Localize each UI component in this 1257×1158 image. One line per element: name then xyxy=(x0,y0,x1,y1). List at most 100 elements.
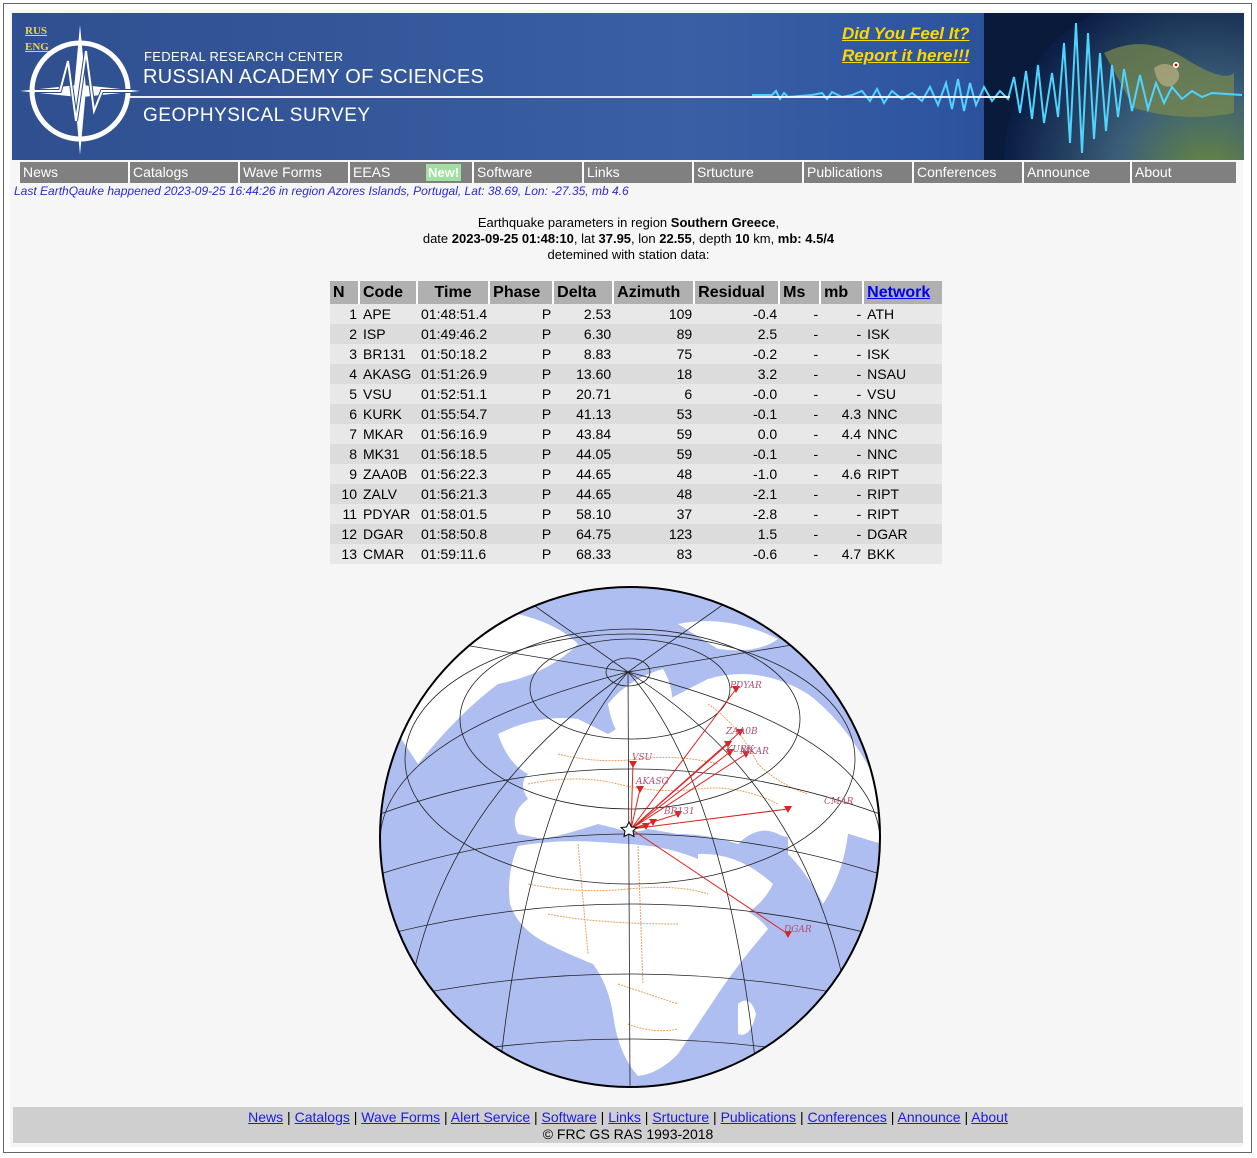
params-lon-label: , lon xyxy=(631,231,660,246)
col-time: Time xyxy=(418,281,491,304)
cell-ms: - xyxy=(780,504,822,524)
last-earthquake-notice[interactable]: Last EarthQauke happened 2023-09-25 16:4… xyxy=(14,184,629,198)
col-mb: mb xyxy=(821,281,865,304)
cell-network: NNC xyxy=(864,424,943,444)
cell-azimuth: 6 xyxy=(614,384,696,404)
did-you-feel-it-link[interactable]: Did You Feel It? Report it here!!! xyxy=(842,23,970,67)
cell-code: ZAA0B xyxy=(360,464,418,484)
cell-phase: P xyxy=(490,344,555,364)
params-depth: 10 xyxy=(735,231,750,246)
cell-residual: -2.1 xyxy=(695,484,781,504)
footer-link-news[interactable]: News xyxy=(248,1109,283,1125)
cell-phase: P xyxy=(490,404,555,424)
station-label: ZAA0B xyxy=(725,727,758,737)
table-header-row: N Code Time Phase Delta Azimuth Residual… xyxy=(330,281,943,304)
cell-code: ISP xyxy=(360,324,418,344)
footer-link-publications[interactable]: Publications xyxy=(721,1109,797,1125)
feel-line-2[interactable]: Report it here!!! xyxy=(842,45,970,67)
nav-news[interactable]: News xyxy=(20,162,128,183)
cell-residual: -0.1 xyxy=(695,444,781,464)
cell-residual: -1.0 xyxy=(695,464,781,484)
footer-link-about[interactable]: About xyxy=(971,1109,1008,1125)
cell-mb: - xyxy=(821,504,865,524)
table-row: 3 BR131 01:50:18.2 P 8.83 75 -0.2- - ISK xyxy=(330,344,943,364)
cell-delta: 44.65 xyxy=(554,464,615,484)
cell-time: 01:48:51.4 xyxy=(418,304,491,324)
station-map: PDYARZAA0BKURKMKARVSUAKASGBR131CMARDGAR xyxy=(379,586,881,1088)
nav-announce[interactable]: Announce xyxy=(1022,162,1130,183)
cell-delta: 68.33 xyxy=(554,544,615,564)
cell-mb: - xyxy=(821,344,865,364)
cell-delta: 20.71 xyxy=(554,384,615,404)
cell-time: 01:59:11.6 xyxy=(418,544,491,564)
params-lat-label: , lat xyxy=(573,231,599,246)
station-label: PDYAR xyxy=(729,681,762,691)
cell-mb: - xyxy=(821,324,865,344)
cell-n: 2 xyxy=(330,324,360,344)
cell-azimuth: 53 xyxy=(614,404,696,424)
cell-residual: -0.0 xyxy=(695,384,781,404)
cell-phase: P xyxy=(490,504,555,524)
table-row: 7 MKAR 01:56:16.9 P 43.84 59 0.0-4.4 NNC xyxy=(330,424,943,444)
params-depth-unit: km, xyxy=(749,231,778,246)
earthquake-parameters: Earthquake parameters in region Southern… xyxy=(0,215,1257,263)
cell-time: 01:58:50.8 xyxy=(418,524,491,544)
cell-residual: 0.0 xyxy=(695,424,781,444)
nav-about[interactable]: About xyxy=(1130,162,1236,183)
cell-network: DGAR xyxy=(864,524,943,544)
nav-catalogs[interactable]: Catalogs xyxy=(128,162,238,183)
col-network: Network xyxy=(864,281,943,304)
cell-ms: - xyxy=(780,544,822,564)
cell-network: BKK xyxy=(864,544,943,564)
network-sort-link[interactable]: Network xyxy=(867,284,930,301)
nav-software[interactable]: Software xyxy=(472,162,582,183)
cell-time: 01:58:01.5 xyxy=(418,504,491,524)
footer-link-structure[interactable]: Srtucture xyxy=(652,1109,709,1125)
nav-wave-forms[interactable]: Wave Forms xyxy=(238,162,348,183)
cell-code: MK31 xyxy=(360,444,418,464)
footer-link-conferences[interactable]: Conferences xyxy=(807,1109,886,1125)
nav-publications[interactable]: Publications xyxy=(802,162,912,183)
cell-code: BR131 xyxy=(360,344,418,364)
cell-n: 13 xyxy=(330,544,360,564)
cell-azimuth: 59 xyxy=(614,444,696,464)
nav-links[interactable]: Links xyxy=(582,162,692,183)
footer-link-alert-service[interactable]: Alert Service xyxy=(451,1109,530,1125)
cell-phase: P xyxy=(490,444,555,464)
params-depth-label: , depth xyxy=(691,231,736,246)
table-row: 1 APE 01:48:51.4 P 2.53 109 -0.4- - ATH xyxy=(330,304,943,324)
cell-code: CMAR xyxy=(360,544,418,564)
cell-network: RIPT xyxy=(864,464,943,484)
cell-n: 4 xyxy=(330,364,360,384)
table-row: 10 ZALV 01:56:21.3 P 44.65 48 -2.1- - RIPT xyxy=(330,484,943,504)
feel-line-1[interactable]: Did You Feel It? xyxy=(842,23,970,45)
table-row: 12 DGAR 01:58:50.8 P 64.75 123 1.5- - DGAR xyxy=(330,524,943,544)
cell-phase: P xyxy=(490,384,555,404)
seismogram-graphic xyxy=(752,22,1242,154)
cell-azimuth: 18 xyxy=(614,364,696,384)
cell-n: 7 xyxy=(330,424,360,444)
table-row: 5 VSU 01:52:51.1 P 20.71 6 -0.0- - VSU xyxy=(330,384,943,404)
footer-link-wave-forms[interactable]: Wave Forms xyxy=(361,1109,440,1125)
params-mb: mb: 4.5/4 xyxy=(777,231,835,246)
cell-residual: -2.8 xyxy=(695,504,781,524)
org-line-1: FEDERAL RESEARCH CENTER xyxy=(144,49,344,64)
col-delta: Delta xyxy=(554,281,615,304)
cell-time: 01:55:54.7 xyxy=(418,404,491,424)
cell-phase: P xyxy=(490,464,555,484)
cell-time: 01:50:18.2 xyxy=(418,344,491,364)
cell-residual: 3.2 xyxy=(695,364,781,384)
footer-link-announce[interactable]: Announce xyxy=(898,1109,961,1125)
nav-conferences[interactable]: Conferences xyxy=(912,162,1022,183)
footer-link-catalogs[interactable]: Catalogs xyxy=(295,1109,350,1125)
footer-link-software[interactable]: Software xyxy=(542,1109,597,1125)
nav-structure[interactable]: Srtucture xyxy=(692,162,802,183)
params-region: Southern Greece xyxy=(670,215,776,230)
cell-mb: - xyxy=(821,364,865,384)
cell-ms: - xyxy=(780,304,822,324)
cell-network: VSU xyxy=(864,384,943,404)
cell-code: DGAR xyxy=(360,524,418,544)
cell-time: 01:56:18.5 xyxy=(418,444,491,464)
cell-n: 9 xyxy=(330,464,360,484)
footer-link-links[interactable]: Links xyxy=(608,1109,641,1125)
